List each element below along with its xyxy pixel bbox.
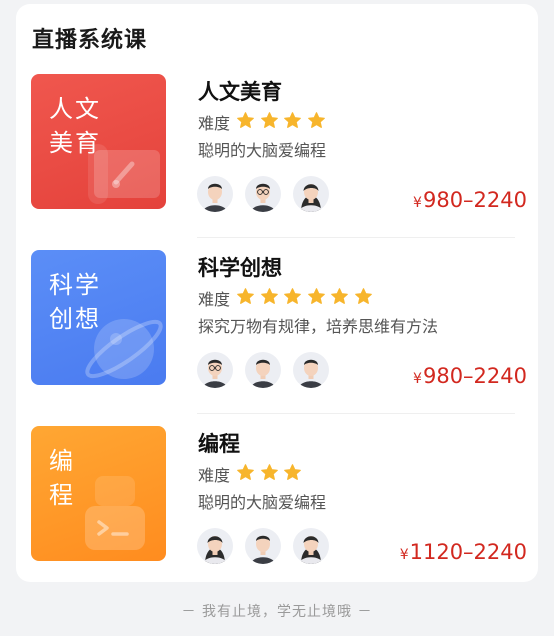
star-icon — [284, 111, 301, 128]
course-title: 编程 — [198, 432, 240, 456]
teacher-male-icon — [203, 183, 227, 212]
difficulty-label: 难度 — [198, 466, 231, 485]
course-price: ¥ 1120–2240 — [400, 540, 527, 564]
star-icon — [260, 463, 278, 480]
star-icon — [237, 111, 254, 128]
teacher-male-glasses-icon — [251, 183, 275, 212]
course-item-humanities[interactable]: 人文 美育 人文美育 难度 聪明的大脑爱编程 ¥ 980–2240 — [31, 70, 527, 238]
price-currency: ¥ — [413, 195, 422, 211]
code-terminal-icon — [85, 476, 145, 550]
teacher-list — [197, 352, 341, 388]
course-price: ¥ 980–2240 — [413, 188, 527, 212]
teacher-male-glasses-icon — [203, 359, 227, 388]
divider — [197, 237, 515, 238]
drum-icon — [88, 144, 160, 204]
star-icon — [307, 111, 325, 128]
star-icon — [284, 287, 301, 304]
star-icon — [354, 287, 372, 304]
course-price: ¥ 980–2240 — [413, 364, 527, 388]
course-title: 人文美育 — [198, 80, 282, 104]
teacher-avatar[interactable] — [245, 176, 281, 212]
difficulty-label: 难度 — [198, 114, 231, 133]
course-card: 直播系统课 人文 美育 人文美育 难度 聪明的大脑爱编程 ¥ 980–2240 — [16, 4, 538, 582]
star-rating — [236, 111, 330, 134]
course-thumbnail[interactable]: 编 程 — [31, 426, 166, 561]
star-icon — [237, 287, 254, 304]
teacher-female-icon — [299, 184, 323, 212]
divider — [197, 413, 515, 414]
teacher-list — [197, 176, 341, 212]
star-rating — [236, 287, 377, 310]
course-thumbnail[interactable]: 科学 创想 — [31, 250, 166, 385]
course-title: 科学创想 — [198, 256, 282, 280]
teacher-male-icon — [251, 359, 275, 388]
difficulty-label: 难度 — [198, 290, 231, 309]
difficulty-rating: 难度 — [198, 462, 307, 486]
footer-slogan: － 我有止境，学无止境哦 － — [181, 604, 373, 620]
teacher-avatar[interactable] — [245, 528, 281, 564]
planet-icon — [85, 319, 163, 379]
course-thumbnail[interactable]: 人文 美育 — [31, 74, 166, 209]
star-icon — [260, 111, 278, 128]
course-item-programming[interactable]: 编 程 编程 难度 聪明的大脑爱编程 ¥ 1120–2240 — [31, 422, 527, 588]
teacher-avatar[interactable] — [197, 352, 233, 388]
teacher-male-icon — [251, 535, 275, 564]
teacher-male-icon — [299, 359, 323, 388]
course-item-science[interactable]: 科学 创想 科学创想 难度 探究万物有规律，培养思维有方法 ¥ 980–2240 — [31, 246, 527, 414]
teacher-list — [197, 528, 341, 564]
section-title: 直播系统课 — [32, 28, 148, 53]
price-range: 1120–2240 — [409, 540, 527, 564]
teacher-avatar[interactable] — [197, 528, 233, 564]
teacher-avatar[interactable] — [293, 352, 329, 388]
price-range: 980–2240 — [422, 364, 527, 388]
price-range: 980–2240 — [422, 188, 527, 212]
teacher-female-icon — [203, 536, 227, 564]
teacher-avatar[interactable] — [197, 176, 233, 212]
star-rating — [236, 463, 307, 486]
teacher-avatar[interactable] — [245, 352, 281, 388]
star-icon — [307, 287, 325, 304]
course-description: 聪明的大脑爱编程 — [198, 141, 327, 160]
course-description: 探究万物有规律，培养思维有方法 — [198, 317, 439, 336]
difficulty-rating: 难度 — [198, 110, 330, 134]
star-icon — [331, 287, 348, 304]
star-icon — [284, 463, 301, 480]
price-currency: ¥ — [399, 547, 409, 563]
star-icon — [237, 463, 254, 480]
teacher-avatar[interactable] — [293, 176, 329, 212]
teacher-avatar[interactable] — [293, 528, 329, 564]
price-currency: ¥ — [413, 371, 422, 387]
difficulty-rating: 难度 — [198, 286, 377, 310]
star-icon — [260, 287, 278, 304]
thumbnail-line: 人文 — [49, 95, 101, 123]
teacher-female-icon — [299, 536, 323, 564]
course-description: 聪明的大脑爱编程 — [198, 493, 327, 512]
